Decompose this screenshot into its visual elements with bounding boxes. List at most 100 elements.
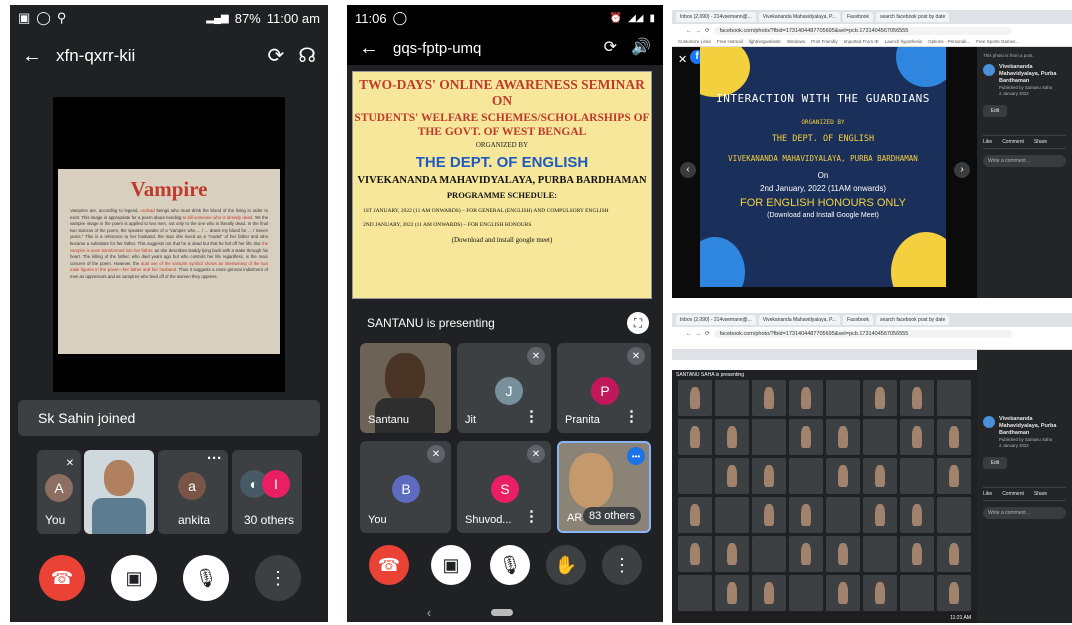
status-bar: 11:06 ◯ ⏰ ◢◢ ▮ xyxy=(347,5,663,31)
post-source-note: This photo is from a post. xyxy=(983,53,1034,58)
edit-button[interactable]: Edit xyxy=(983,105,1007,117)
bookmark[interactable]: Customize Links xyxy=(678,39,711,44)
participant-face xyxy=(104,460,134,496)
participant-tile-you[interactable]: ✕ A You xyxy=(37,450,81,534)
hang-up-button[interactable]: ☎ xyxy=(39,555,85,601)
meeting-code[interactable]: gqs-fptp-umq xyxy=(393,40,590,57)
comment-button[interactable]: Comment xyxy=(1002,139,1024,145)
participant-tile-others[interactable]: AR 83 others ••• xyxy=(557,441,651,533)
bookmark[interactable]: Windows xyxy=(787,39,805,44)
reload-icon[interactable]: ⟳ xyxy=(705,331,710,337)
switch-camera-icon[interactable]: ⟳ xyxy=(267,46,284,66)
tab-inbox[interactable]: Inbox (2,090) - 214vsemann@... xyxy=(676,12,756,22)
nav-bar: ‹ xyxy=(347,603,663,622)
page-avatar xyxy=(983,416,995,428)
inner-participant-face xyxy=(726,465,738,487)
headphones-icon[interactable]: ☊ xyxy=(298,46,316,66)
whatsapp-icon: ◯ xyxy=(36,10,51,25)
participant-tile-shuvod[interactable]: ✕ S Shuvod... ⋮ xyxy=(457,441,551,533)
fullscreen-icon[interactable]: ⛶ xyxy=(627,312,649,334)
like-button[interactable]: Like xyxy=(983,139,992,145)
address-bar[interactable]: facebook.com/photo/?fbid=173140448770569… xyxy=(713,26,1012,35)
participant-tile-video[interactable] xyxy=(84,450,154,534)
raise-hand-button[interactable]: ✋ xyxy=(546,545,586,585)
speaker-icon[interactable]: 🔊 xyxy=(631,40,651,56)
home-pill[interactable] xyxy=(491,609,514,616)
tab-college[interactable]: Vivekananda Mahavidyalaya, P... xyxy=(758,12,840,22)
forward-icon[interactable]: → xyxy=(696,331,702,337)
tab-facebook[interactable]: Facebook xyxy=(842,12,873,22)
comment-input[interactable]: Write a comment... xyxy=(983,155,1066,167)
inner-participant-face xyxy=(874,504,886,526)
share-button[interactable]: Share xyxy=(1034,491,1047,497)
comment-input[interactable]: Write a comment... xyxy=(983,507,1066,519)
page-avatar xyxy=(983,64,995,76)
bookmark[interactable]: Free Hotmail xyxy=(717,39,743,44)
more-options-button[interactable]: ⋮ xyxy=(255,555,301,601)
tab-search[interactable]: search facebook post by date xyxy=(875,12,950,22)
inner-participant-tile xyxy=(826,575,860,611)
bookmark[interactable]: Options - Personali... xyxy=(928,39,970,44)
more-vert-icon[interactable]: ⋮ xyxy=(524,407,539,425)
participant-tile-santanu[interactable]: Santanu xyxy=(360,343,451,433)
inner-participant-tile xyxy=(937,497,971,533)
avatar: J xyxy=(495,377,523,405)
inner-participant-tile xyxy=(715,575,749,611)
participant-name: Pranita xyxy=(565,414,600,426)
address-bar[interactable]: facebook.com/photo/?fbid=173140448770569… xyxy=(713,329,1012,338)
comment-button[interactable]: Comment xyxy=(1002,491,1024,497)
hang-up-button[interactable]: ☎ xyxy=(369,545,409,585)
bookmark[interactable]: lightningwebsite xyxy=(749,39,781,44)
inner-participant-face xyxy=(726,426,738,448)
bookmark[interactable]: Imported From IE xyxy=(844,39,879,44)
more-vert-icon[interactable]: ⋮ xyxy=(624,407,639,425)
edit-button[interactable]: Edit xyxy=(983,457,1007,469)
switch-camera-icon[interactable]: ⟳ xyxy=(604,40,617,56)
prev-photo-icon[interactable]: ‹ xyxy=(680,162,696,178)
mic-toggle-button[interactable]: 🎙 xyxy=(183,555,229,601)
camera-toggle-button[interactable]: ▣ xyxy=(431,545,471,585)
back-icon[interactable]: ← xyxy=(686,331,692,337)
shared-document: Vampire Vampires are, according to legen… xyxy=(58,169,280,354)
more-options-button[interactable]: ⋮ xyxy=(602,545,642,585)
tab-college[interactable]: Vivekananda Mahavidyalaya, P... xyxy=(758,315,840,325)
like-button[interactable]: Like xyxy=(983,491,992,497)
tab-facebook[interactable]: Facebook xyxy=(842,315,873,325)
page-name[interactable]: Vivekananda Mahavidyalaya, Purba Bardham… xyxy=(999,64,1066,85)
back-arrow-icon[interactable]: ← xyxy=(359,38,379,58)
back-nav-icon[interactable]: ‹ xyxy=(427,605,431,620)
more-vert-icon[interactable]: ⋮ xyxy=(524,507,539,525)
more-options-icon[interactable]: ··· xyxy=(207,450,222,467)
participant-tile-you[interactable]: ✕ B You xyxy=(360,441,451,533)
bookmark[interactable]: Free Sports Games... xyxy=(976,39,1019,44)
participant-tile-pranita[interactable]: ✕ P Pranita ⋮ xyxy=(557,343,651,433)
participant-tile-ankita[interactable]: ··· a ankita xyxy=(158,450,228,534)
participant-tile-jit[interactable]: ✕ J Jit ⋮ xyxy=(457,343,551,433)
inner-participant-tile xyxy=(863,497,897,533)
back-icon[interactable]: ← xyxy=(686,28,692,34)
avatar: A xyxy=(45,474,73,502)
reload-icon[interactable]: ⟳ xyxy=(705,28,710,34)
page-name[interactable]: Vivekananda Mahavidyalaya, Purba Bardham… xyxy=(999,416,1066,437)
mic-toggle-button[interactable]: 🎙 xyxy=(490,545,530,585)
camera-toggle-button[interactable]: ▣ xyxy=(111,555,157,601)
photo-viewer: ✕ f INTERACTION WITH THE GUARDIANS ORGAN… xyxy=(672,47,977,298)
next-photo-icon[interactable]: › xyxy=(954,162,970,178)
inner-participant-tile xyxy=(715,419,749,455)
inner-participant-tile xyxy=(715,458,749,494)
inner-browser-toolbar xyxy=(672,360,977,370)
share-button[interactable]: Share xyxy=(1034,139,1047,145)
tab-inbox[interactable]: Inbox (2,090) - 214vsemann@... xyxy=(676,315,756,325)
back-arrow-icon[interactable]: ← xyxy=(22,46,42,66)
meeting-code[interactable]: xfn-qxrr-kii xyxy=(56,46,253,66)
close-icon[interactable]: ✕ xyxy=(678,53,687,66)
decor-blue-blob xyxy=(700,237,745,287)
poster-title: INTERACTION WITH THE GUARDIANS xyxy=(716,92,930,105)
forward-icon[interactable]: → xyxy=(696,28,702,34)
bookmark[interactable]: Launch hypothesis xyxy=(885,39,923,44)
participant-tile-others[interactable]: ◐ I 30 others xyxy=(232,450,302,534)
alarm-icon: ⏰ xyxy=(609,12,623,24)
bookmark[interactable]: Print Friendly xyxy=(811,39,838,44)
tab-search[interactable]: search facebook post by date xyxy=(875,315,950,325)
inner-participant-face xyxy=(763,465,775,487)
